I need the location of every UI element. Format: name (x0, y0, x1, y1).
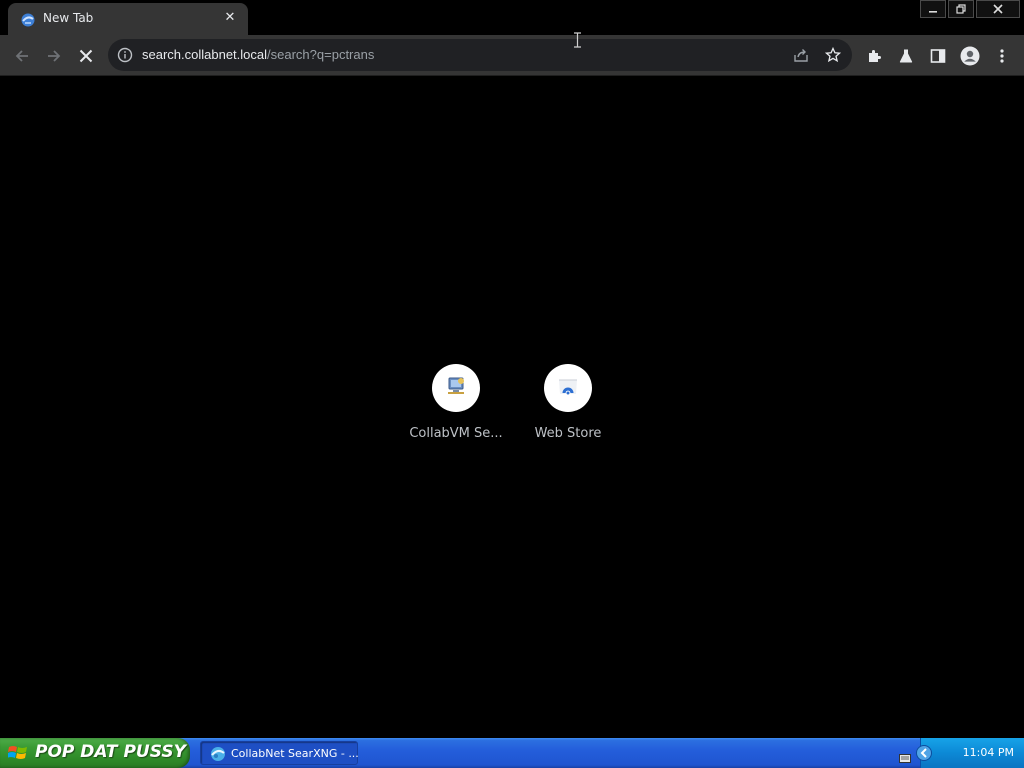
profile-icon[interactable] (960, 46, 980, 66)
bookmark-star-icon[interactable] (824, 46, 842, 64)
shortcut-label-collabvm: CollabVM Se... (409, 426, 503, 441)
collabvm-icon (445, 375, 467, 401)
system-tray: 11:04 PM (899, 738, 1024, 768)
stop-loading-icon[interactable] (72, 42, 100, 70)
forward-arrow-icon[interactable] (40, 42, 68, 70)
extensions-icon[interactable] (864, 46, 884, 66)
labs-icon[interactable] (896, 46, 916, 66)
share-icon[interactable] (792, 46, 810, 64)
start-button[interactable]: POP DAT PUSSY (0, 738, 190, 768)
restore-icon[interactable] (948, 0, 974, 18)
start-button-label: POP DAT PUSSY (35, 742, 186, 762)
address-bar[interactable]: search.collabnet.local/search?q=pctrans (108, 39, 852, 71)
taskbar: POP DAT PUSSY CollabNet SearXNG - ... 11… (0, 738, 1024, 768)
url-path: /search?q=pctrans (267, 47, 375, 62)
close-icon[interactable] (976, 0, 1020, 18)
shortcut-icon-circle (544, 364, 592, 412)
shortcut-collabvm[interactable]: CollabVM Se... (400, 362, 512, 441)
minimize-icon[interactable] (920, 0, 946, 18)
taskbar-item-browser[interactable]: CollabNet SearXNG - ... (200, 741, 359, 765)
back-arrow-icon[interactable] (8, 42, 36, 70)
shortcut-web-store[interactable]: Web Store (512, 362, 624, 441)
keyboard-icon[interactable] (899, 748, 911, 763)
url-host: search.collabnet.local (142, 47, 268, 62)
tab-new-tab[interactable]: New Tab ✕ (8, 3, 248, 35)
new-tab-page: CollabVM Se... Web Store (0, 77, 1024, 738)
url-text[interactable]: search.collabnet.local/search?q=pctrans (142, 47, 374, 62)
shortcut-label-web-store: Web Store (534, 426, 602, 441)
menu-icon[interactable] (992, 46, 1012, 66)
text-cursor-icon (573, 32, 582, 48)
window-controls (918, 0, 1020, 18)
shortcut-icon-circle (432, 364, 480, 412)
windows-logo-icon (7, 744, 28, 762)
tab-strip: New Tab ✕ (0, 0, 1024, 35)
site-info-icon[interactable] (117, 47, 133, 63)
clock[interactable]: 11:04 PM (963, 746, 1014, 759)
browser-toolbar: search.collabnet.local/search?q=pctrans (0, 35, 1024, 76)
tab-close-icon[interactable]: ✕ (222, 10, 238, 26)
collabvm-icon (210, 746, 226, 762)
collabvm-favicon-icon (20, 12, 36, 28)
tab-title: New Tab (43, 11, 94, 25)
show-hidden-icons-icon[interactable] (916, 745, 932, 761)
side-panel-icon[interactable] (928, 46, 948, 66)
web-store-icon (556, 374, 580, 402)
taskbar-item-label: CollabNet SearXNG - ... (231, 747, 359, 760)
